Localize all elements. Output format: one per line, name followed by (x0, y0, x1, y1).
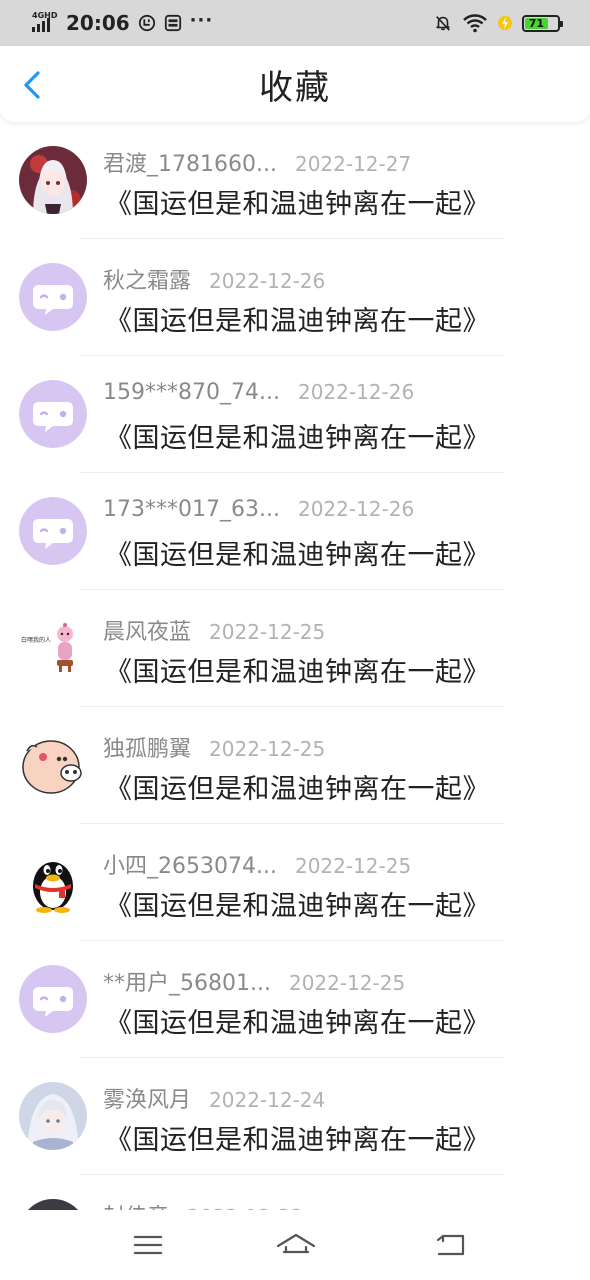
favorite-date: 2022-12-25 (209, 620, 326, 644)
favorite-title: 《国运但是和温迪钟离在一起》 (105, 657, 490, 688)
title-bar: 收藏 (0, 46, 590, 122)
user-name: 小四_2653074... (103, 854, 277, 879)
system-nav-bar (0, 1210, 590, 1280)
favorite-date: 2022-12-25 (288, 971, 406, 995)
avatar[interactable] (19, 1082, 87, 1150)
favorite-list-item[interactable]: 秋之霜露 2022-12-26 《国运但是和温迪钟离在一起》 (0, 239, 590, 356)
battery-percent: 71 (528, 16, 545, 30)
user-name: 封佳音 (103, 1199, 169, 1210)
menu-icon[interactable] (131, 1230, 165, 1260)
favorite-title: 《国运但是和温迪钟离在一起》 (105, 1125, 490, 1156)
favorite-list-item[interactable]: 159***870_74... 2022-12-26 《国运但是和温迪钟离在一起》 (0, 356, 590, 473)
home-icon[interactable] (276, 1230, 316, 1260)
favorite-title: 《国运但是和温迪钟离在一起》 (105, 423, 490, 454)
back-button[interactable] (18, 70, 46, 100)
avatar[interactable] (19, 497, 87, 565)
favorite-date: 2022-12-26 (297, 380, 415, 404)
chevron-left-icon (24, 71, 40, 99)
favorite-list-item[interactable]: 雾涣风月 2022-12-24 《国运但是和温迪钟离在一起》 (0, 1058, 590, 1175)
user-name: 君渡_1781660... (103, 152, 277, 177)
favorite-list-item[interactable]: **用户_56801... 2022-12-25 《国运但是和温迪钟离在一起》 (0, 941, 590, 1058)
favorite-list-item[interactable]: 独孤鹏翼 2022-12-25 《国运但是和温迪钟离在一起》 (0, 707, 590, 824)
avatar[interactable] (19, 380, 87, 448)
favorite-title: 《国运但是和温迪钟离在一起》 (105, 189, 490, 220)
avatar[interactable] (19, 263, 87, 331)
favorite-list-item[interactable]: 封佳音2022-12-23 (0, 1175, 590, 1210)
item-meta: 秋之霜露 2022-12-26 (103, 263, 325, 295)
item-meta: 君渡_1781660... 2022-12-27 (103, 146, 411, 178)
user-name: **用户_56801... (103, 971, 271, 996)
favorite-title: 《国运但是和温迪钟离在一起》 (105, 1008, 490, 1039)
favorite-title: 《国运但是和温迪钟离在一起》 (105, 306, 490, 337)
user-name: 173***017_63... (103, 497, 280, 522)
favorite-title: 《国运但是和温迪钟离在一起》 (105, 774, 490, 805)
status-bar-left: 4GHD 20:06 ··· (30, 9, 214, 35)
item-meta: 小四_2653074... 2022-12-25 (103, 848, 411, 880)
favorite-list-item[interactable]: 白嘿我的人 晨风夜蓝 2022-12-25 《国运但是和温迪钟离在一起》 (0, 590, 590, 707)
user-name: 独孤鹏翼 (103, 737, 192, 762)
battery-level: 71 (525, 16, 548, 30)
status-bar-right: 71 (434, 13, 563, 33)
item-meta: 雾涣风月 2022-12-24 (103, 1082, 325, 1114)
item-meta: **用户_56801... 2022-12-25 (103, 965, 405, 997)
favorite-date: 2022-12-25 (294, 854, 412, 878)
item-meta: 173***017_63... 2022-12-26 (103, 497, 414, 522)
wifi-icon (463, 14, 487, 33)
app-screen: 4GHD 20:06 ··· 71 收藏 君渡_1781660... 2022-… (0, 0, 590, 1280)
user-name: 晨风夜蓝 (103, 620, 192, 645)
page-title: 收藏 (259, 67, 331, 108)
back-icon[interactable] (433, 1230, 467, 1260)
favorite-date: 2022-12-24 (209, 1088, 326, 1112)
sim-card-icon (164, 14, 181, 32)
avatar[interactable] (19, 965, 87, 1033)
mute-bell-icon (436, 16, 450, 31)
avatar[interactable] (19, 848, 87, 916)
battery-icon: 71 (522, 14, 563, 32)
user-name: 雾涣风月 (103, 1088, 192, 1113)
data-saver-icon (138, 14, 155, 32)
favorite-list-item[interactable]: 君渡_1781660... 2022-12-27 《国运但是和温迪钟离在一起》 (0, 122, 590, 239)
signal-icon: 4GHD (30, 11, 58, 34)
status-bar: 4GHD 20:06 ··· 71 (0, 0, 590, 46)
item-meta: 封佳音2022-12-23 (103, 1199, 303, 1210)
favorite-title: 《国运但是和温迪钟离在一起》 (105, 891, 490, 922)
favorite-title: 《国运但是和温迪钟离在一起》 (105, 540, 490, 571)
item-meta: 晨风夜蓝 2022-12-25 (103, 614, 325, 646)
favorite-list-item[interactable]: 173***017_63... 2022-12-26 《国运但是和温迪钟离在一起》 (0, 473, 590, 590)
svg-text:白嘿我的人: 白嘿我的人 (21, 636, 51, 644)
more-notifications: ··· (189, 9, 214, 31)
favorite-list-item[interactable]: 小四_2653074... 2022-12-25 《国运但是和温迪钟离在一起》 (0, 824, 590, 941)
item-meta: 独孤鹏翼 2022-12-25 (103, 731, 325, 763)
status-time: 20:06 (66, 11, 130, 35)
favorite-date: 2022-12-27 (294, 152, 412, 176)
user-name: 秋之霜露 (103, 269, 192, 294)
charging-icon (498, 16, 512, 30)
avatar[interactable] (19, 146, 87, 214)
favorite-date: 2022-12-26 (209, 269, 326, 293)
avatar[interactable]: 白嘿我的人 (19, 614, 87, 682)
item-meta: 159***870_74... 2022-12-26 (103, 380, 414, 405)
favorites-list[interactable]: 君渡_1781660... 2022-12-27 《国运但是和温迪钟离在一起》 秋之霜… (0, 122, 590, 1210)
favorite-date: 2022-12-25 (209, 737, 326, 761)
favorite-date: 2022-12-26 (297, 497, 415, 521)
avatar[interactable] (19, 731, 87, 799)
avatar[interactable] (19, 1199, 87, 1210)
user-name: 159***870_74... (103, 380, 280, 405)
